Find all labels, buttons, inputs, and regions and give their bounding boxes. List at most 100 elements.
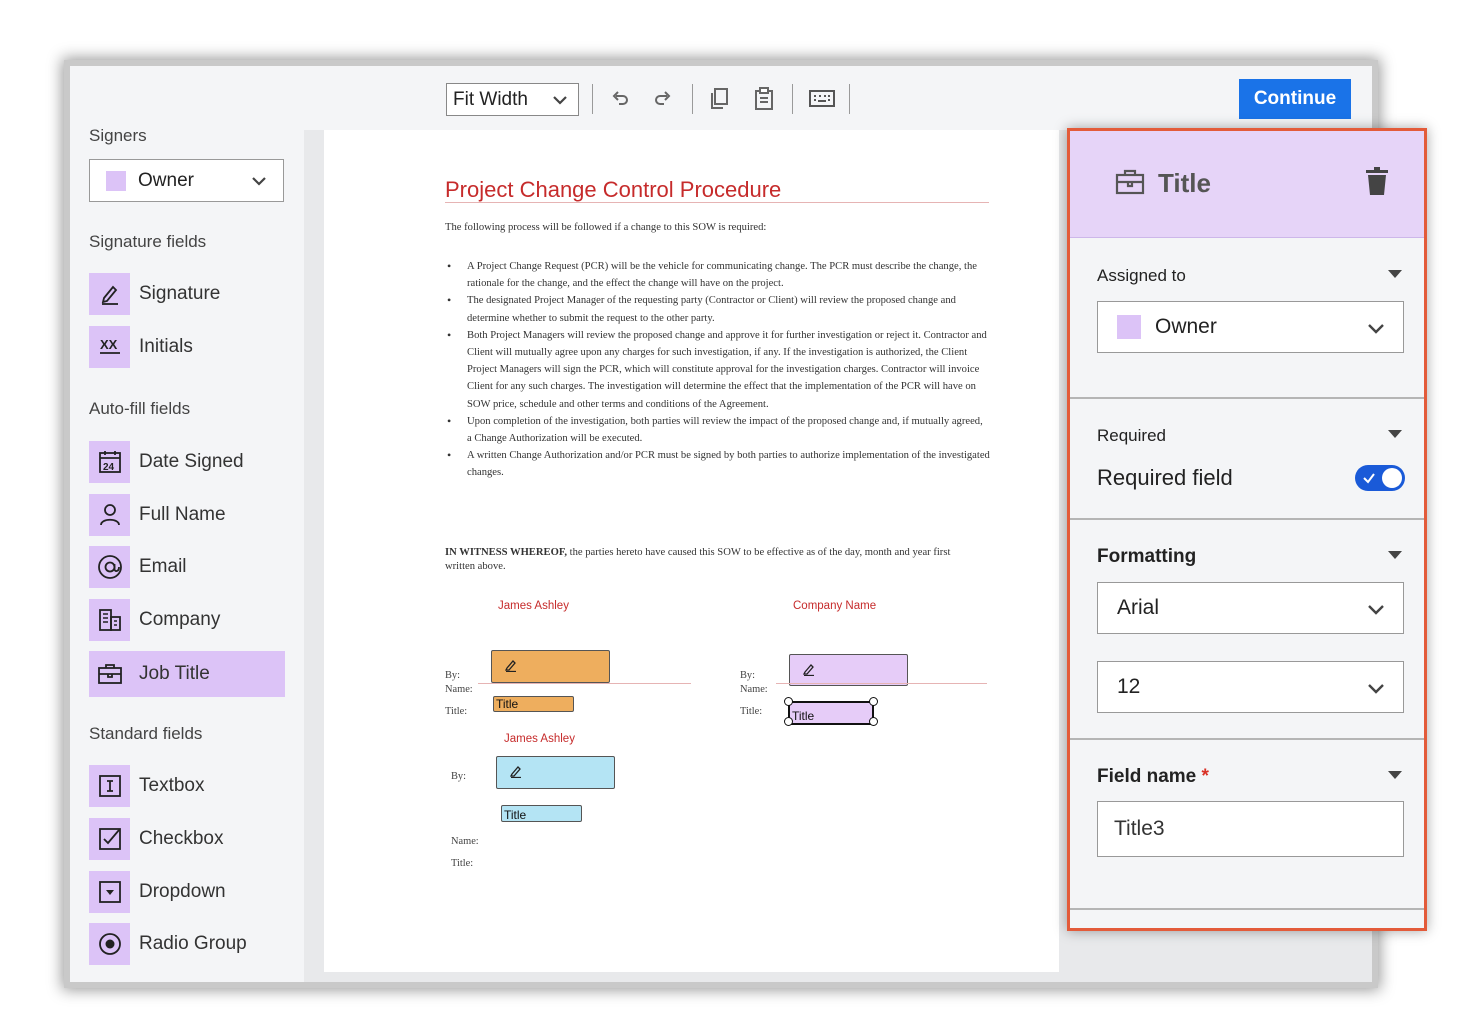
person-icon <box>89 494 130 536</box>
field-name-input[interactable] <box>1097 801 1404 857</box>
field-job-title[interactable]: Job Title <box>89 651 285 697</box>
continue-button[interactable]: Continue <box>1239 79 1351 119</box>
procedure-list: A Project Change Request (PCR) will be t… <box>445 258 990 482</box>
field-radio-group[interactable]: Radio Group <box>89 923 285 965</box>
document-title: Project Change Control Procedure <box>445 177 782 202</box>
signature-field[interactable] <box>491 650 610 683</box>
by-label: By: <box>451 771 467 782</box>
undo-icon[interactable] <box>607 86 633 112</box>
signature-field[interactable] <box>789 654 908 686</box>
field-label: Checkbox <box>139 828 224 849</box>
briefcase-icon <box>1115 169 1145 195</box>
zoom-select[interactable]: Fit Width <box>446 83 579 116</box>
textbox-icon <box>89 765 130 807</box>
field-email[interactable]: Email <box>89 546 285 588</box>
field-label: Email <box>139 556 187 577</box>
title-field[interactable]: Title <box>493 696 574 712</box>
field-properties-panel: Title Assigned to Owner Required Require… <box>1067 128 1427 931</box>
keyboard-icon[interactable] <box>808 86 836 112</box>
collapse-caret-icon[interactable] <box>1388 270 1402 278</box>
chevron-down-icon <box>1368 324 1384 334</box>
chevron-down-icon <box>1368 605 1384 615</box>
sidebar-divider <box>304 130 320 982</box>
chevron-down-icon <box>252 177 266 186</box>
collapse-caret-icon[interactable] <box>1388 551 1402 559</box>
section-divider <box>1070 908 1424 910</box>
zoom-value: Fit Width <box>453 88 528 110</box>
collapse-caret-icon[interactable] <box>1388 771 1402 779</box>
title-field[interactable]: Title <box>501 805 582 822</box>
required-toggle[interactable] <box>1355 465 1405 491</box>
collapse-caret-icon[interactable] <box>1388 430 1402 438</box>
assigned-to-label: Assigned to <box>1097 266 1186 285</box>
trash-icon[interactable] <box>1366 167 1388 195</box>
resize-handle[interactable] <box>784 717 793 726</box>
field-checkbox[interactable]: Checkbox <box>89 818 285 860</box>
toolbar-divider <box>792 84 793 114</box>
redo-icon[interactable] <box>650 86 676 112</box>
signature-field[interactable] <box>496 756 615 789</box>
field-date-signed[interactable]: 24 Date Signed <box>89 441 285 483</box>
assigned-to-value: Owner <box>1155 315 1217 338</box>
field-textbox[interactable]: Textbox <box>89 765 285 807</box>
resize-handle[interactable] <box>869 697 878 706</box>
title-label: Title: <box>740 706 763 717</box>
autofill-fields-heading: Auto-fill fields <box>89 399 191 418</box>
field-sidebar: Signers Owner Signature fields Signature… <box>70 126 304 982</box>
toolbar-divider <box>692 84 693 114</box>
toolbar-divider <box>592 84 593 114</box>
signature-fields-heading: Signature fields <box>89 232 207 251</box>
toolbar: Fit Width Continue <box>70 66 1372 130</box>
field-label: Signature <box>139 283 221 304</box>
font-select[interactable]: Arial <box>1097 582 1404 634</box>
document-page[interactable]: Project Change Control Procedure The fol… <box>324 130 1059 972</box>
standard-fields-heading: Standard fields <box>89 724 203 743</box>
signer-color-swatch <box>1117 315 1141 339</box>
font-size-value: 12 <box>1117 675 1141 698</box>
at-icon <box>89 546 130 588</box>
signer-color-swatch <box>106 170 126 191</box>
font-size-select[interactable]: 12 <box>1097 661 1404 713</box>
section-divider <box>1070 397 1424 399</box>
check-icon <box>1363 473 1375 484</box>
checkbox-icon <box>89 818 130 860</box>
dropdown-icon <box>89 871 130 913</box>
svg-text:24: 24 <box>103 462 115 473</box>
copy-icon[interactable] <box>707 86 733 112</box>
title-label: Title: <box>451 858 474 869</box>
panel-title: Title <box>1158 168 1211 198</box>
list-item: A written Change Authorization and/or PC… <box>445 447 990 481</box>
signer-name: Company Name <box>793 600 877 612</box>
field-signature[interactable]: Signature <box>89 273 285 315</box>
field-full-name[interactable]: Full Name <box>89 494 285 536</box>
panel-header: Title <box>1070 131 1424 238</box>
signer-name: James Ashley <box>498 600 569 612</box>
paste-icon[interactable] <box>751 86 777 112</box>
signer-name: James Ashley <box>504 733 575 745</box>
field-label: Full Name <box>139 504 226 525</box>
field-initials[interactable]: XX Initials <box>89 326 285 368</box>
pen-icon <box>509 766 521 778</box>
field-label: Company <box>139 609 221 630</box>
witness-bold: IN WITNESS WHEREOF, <box>445 547 567 558</box>
document-intro: The following process will be followed i… <box>445 222 767 233</box>
name-label: Name: <box>451 836 479 847</box>
assigned-to-select[interactable]: Owner <box>1097 301 1404 353</box>
resize-handle[interactable] <box>784 697 793 706</box>
field-company[interactable]: Company <box>89 599 285 641</box>
signer-select[interactable]: Owner <box>89 159 284 202</box>
field-dropdown[interactable]: Dropdown <box>89 871 285 913</box>
resize-handle[interactable] <box>869 717 878 726</box>
section-divider <box>1070 518 1424 520</box>
pen-icon <box>89 273 130 315</box>
field-label: Date Signed <box>139 451 244 472</box>
signature-line <box>478 683 691 684</box>
pen-icon <box>802 664 814 676</box>
field-label: Job Title <box>139 663 210 684</box>
svg-text:XX: XX <box>100 337 118 352</box>
title-label: Title: <box>445 706 468 717</box>
toggle-knob <box>1382 468 1402 488</box>
title-field-selected[interactable]: Title <box>788 701 874 725</box>
required-star: * <box>1201 766 1209 787</box>
list-item: The designated Project Manager of the re… <box>445 292 990 326</box>
